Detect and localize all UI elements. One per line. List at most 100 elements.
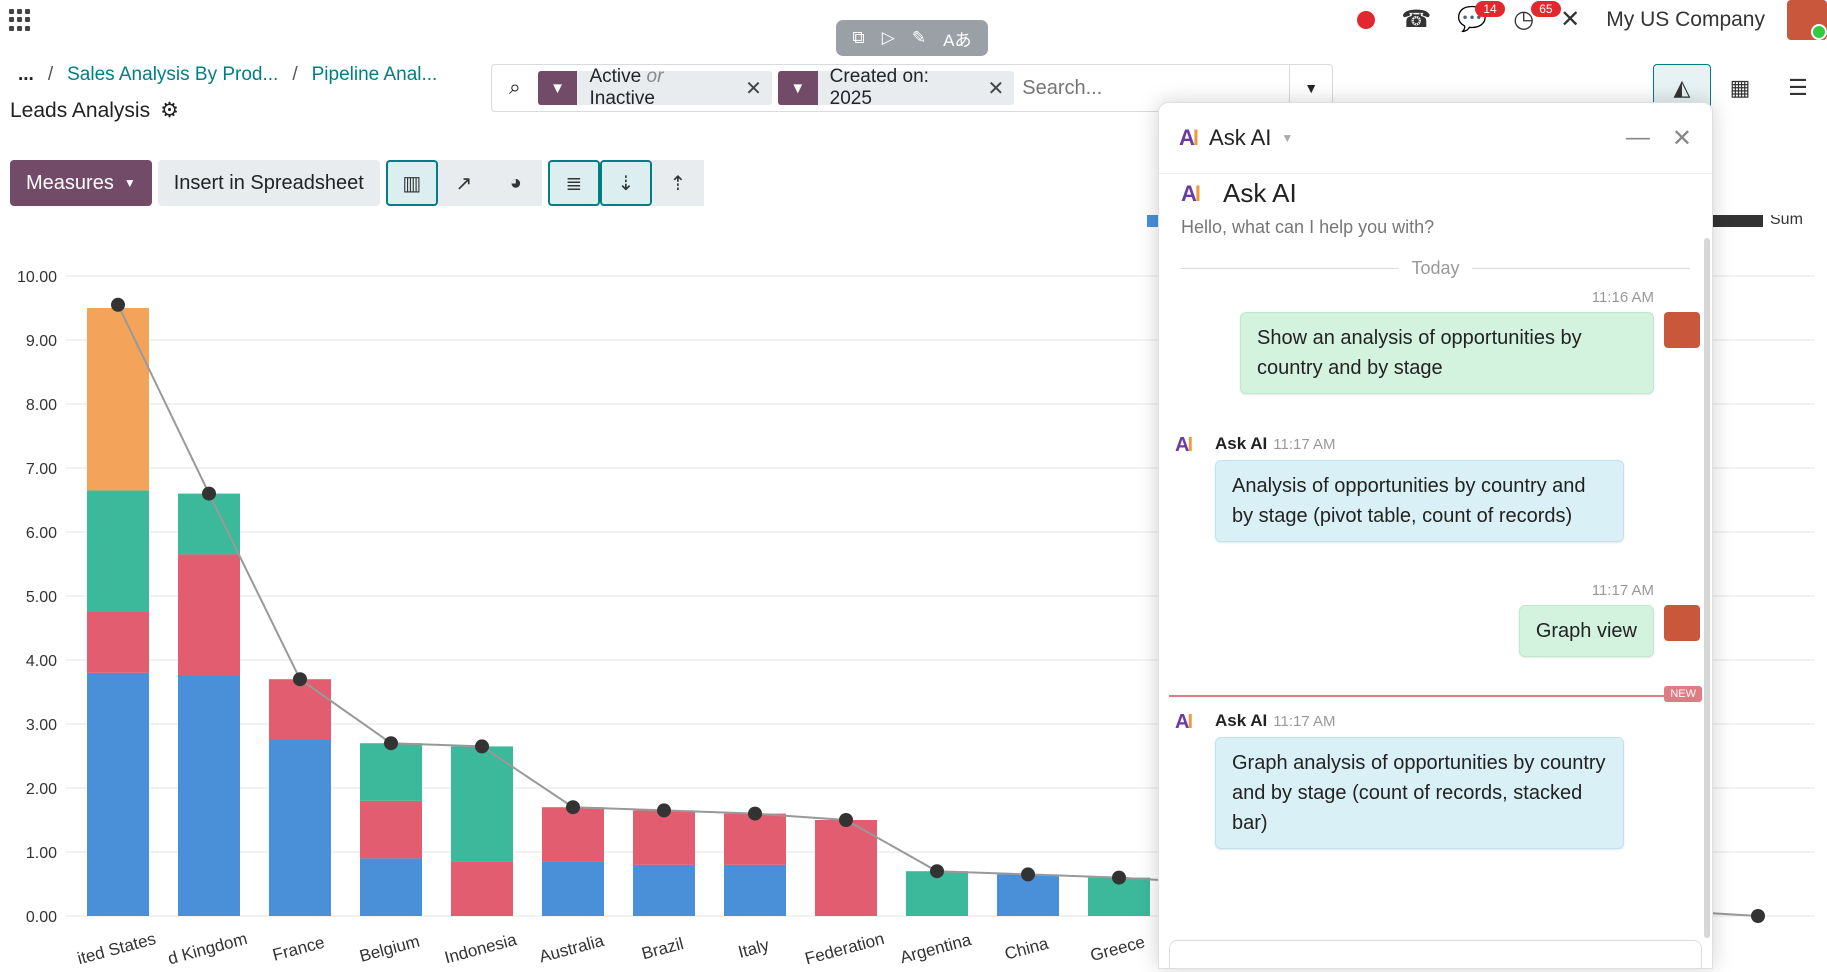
y-tick-label: 2.00 [26,781,57,798]
x-tick-label: Belgium [357,932,421,966]
close-icon[interactable]: ✕ [1672,124,1692,153]
x-tick-label: Greece [1088,932,1147,965]
breadcrumb: ... / Sales Analysis By Prod... / Pipeli… [18,64,437,86]
bar-segment [269,679,331,740]
bar-segment [633,810,695,865]
ask-ai-logo-icon: AI [1179,125,1199,150]
bar-segment [451,746,513,862]
phone-icon[interactable]: ☎ [1401,8,1431,32]
x-tick-label: China [1003,934,1051,964]
legend-label-sum: Sum [1770,215,1803,228]
line-chart-icon: ↗ [455,172,473,195]
pivot-view-button[interactable]: ▦ [1711,64,1769,112]
list-view-button[interactable]: ☰ [1769,64,1827,112]
table-icon: ▦ [1729,75,1751,100]
minimize-icon[interactable]: — [1626,124,1650,153]
y-tick-label: 1.00 [26,845,57,862]
facet-value: Active [589,66,642,87]
filter-facet-created: ▼ Created on: 2025 ✕ [777,66,1015,109]
remove-facet-icon[interactable]: ✕ [745,76,772,101]
sum-point [839,813,853,827]
day-separator: Today [1169,258,1702,279]
clock-icon[interactable]: ◷ 65 [1513,1,1561,32]
measures-button[interactable]: Measures ▼ [10,160,152,206]
pie-chart-button[interactable]: ◕ [489,160,542,206]
x-tick-label: d Kingdom [166,929,249,967]
sort-descending-button[interactable]: ⇣ [599,160,652,206]
message-author: Ask AI [1215,711,1268,730]
sort-ascending-button[interactable]: ⇡ [651,160,704,206]
facet-value: Inactive [589,88,655,109]
stacked-button[interactable]: ≣ [547,160,600,206]
message-time: 11:17 AM [1273,436,1336,453]
message-time: 11:16 AM [1591,289,1654,306]
bar-segment [87,672,149,916]
gear-icon[interactable]: ⚙ [160,98,179,123]
record-dot-icon[interactable] [1357,11,1376,29]
remove-facet-icon[interactable]: ✕ [987,76,1014,101]
apps-icon[interactable] [9,9,31,31]
chat-icon[interactable]: 💬 14 [1457,1,1505,32]
y-tick-label: 7.00 [26,461,57,478]
new-tag: NEW [1664,686,1702,702]
sum-point [475,739,489,754]
caret-down-icon[interactable]: ▼ [1281,131,1293,145]
ask-ai-panel: AI Ask AI ▼ — ✕ AI Ask AI Hello, what can… [1158,102,1713,969]
message-bubble: Show an analysis of opportunities by cou… [1240,312,1654,394]
company-switcher[interactable]: My US Company [1606,8,1765,32]
translate-icon[interactable]: Aあ [943,26,971,51]
bar-segment [360,800,422,859]
breadcrumb-more[interactable]: ... [18,64,34,86]
bar-segment [451,861,513,916]
breadcrumb-separator: / [292,64,298,85]
notes-icon[interactable]: ✎ [912,28,926,48]
user-message: Graph view [1159,605,1712,657]
ask-ai-header: AI Ask AI ▼ — ✕ [1159,103,1712,174]
sum-point [111,297,125,312]
breadcrumb-item-sales-analysis[interactable]: Sales Analysis By Prod... [67,64,278,86]
bar-segment [542,807,604,862]
bar-chart-icon: ▥ [402,172,422,195]
y-tick-label: 6.00 [26,525,57,542]
bar-segment [724,813,786,865]
user-avatar [1664,605,1700,641]
user-avatar [1664,312,1700,348]
tools-icon[interactable]: ✕ [1560,8,1580,32]
list-icon: ☰ [1788,75,1808,100]
line-chart-button[interactable]: ↗ [437,160,490,206]
debug-toolbar: ⧉ ▷ ✎ Aあ [836,20,988,56]
ask-ai-logo-icon: AI [1181,180,1201,206]
search-icon[interactable]: ⌕ [492,76,538,100]
search-input[interactable] [1020,75,1290,101]
message-composer[interactable] [1169,940,1702,968]
message-bubble: Graph analysis of opportunities by count… [1215,737,1624,849]
bar-segment [87,490,149,612]
intro-name: Ask AI [1223,178,1297,208]
bar-segment [815,820,877,916]
scrollbar[interactable] [1704,238,1710,938]
y-tick-label: 8.00 [26,397,57,414]
insert-in-spreadsheet-button[interactable]: Insert in Spreadsheet [157,160,380,206]
message-time: 11:17 AM [1591,582,1654,599]
bar-chart-button[interactable]: ▥ [385,160,438,206]
bar-segment [87,612,149,673]
breadcrumb-item-pipeline-analysis[interactable]: Pipeline Anal... [312,64,438,86]
filter-facet-active: ▼ Active or Inactive ✕ [537,66,772,109]
user-avatar[interactable] [1787,0,1827,40]
x-tick-label: Indonesia [443,930,520,967]
sum-point [748,806,762,821]
ask-ai-title[interactable]: Ask AI [1209,125,1271,151]
ai-message: AI Ask AI 11:17 AM Analysis of opportunit… [1159,434,1712,542]
ask-ai-intro: AI Ask AI Hello, what can I help you with… [1159,178,1712,238]
x-tick-label: Brazil [640,934,686,963]
sort-ascending-icon: ⇡ [669,172,687,195]
sum-point [930,864,944,879]
x-tick-label: France [271,933,327,965]
video-record-icon[interactable]: ▷ [882,28,895,48]
x-tick-label: Italy [736,935,772,962]
bar-segment [178,554,240,676]
bar-segment [542,861,604,916]
screen-capture-icon[interactable]: ⧉ [853,28,865,48]
sum-point [1021,867,1035,882]
bar-segment [633,864,695,916]
